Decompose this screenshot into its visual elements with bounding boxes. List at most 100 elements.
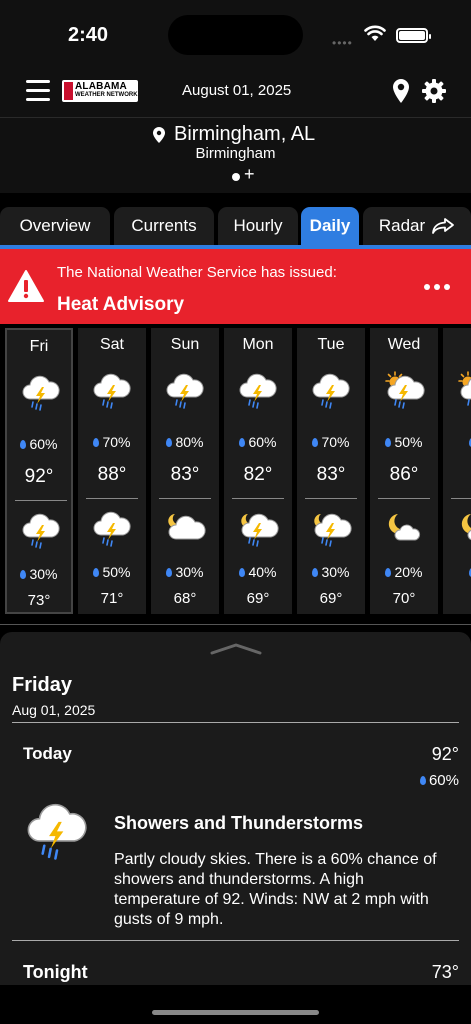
- high-temp: 83°: [170, 464, 200, 485]
- location-pin-icon[interactable]: [391, 78, 411, 104]
- day-column-tue[interactable]: Tue 70% 83° 30% 69°: [297, 328, 365, 614]
- day-name: Sat: [99, 336, 124, 353]
- high-temp: 82°: [243, 464, 273, 485]
- night-thunderstorm-icon: [241, 513, 279, 547]
- night-precip-value: 40%: [248, 564, 277, 580]
- location-city: Birmingham, AL: [174, 123, 316, 145]
- day-column-sat[interactable]: Sat 70% 88° 50% 71°: [78, 328, 146, 614]
- low-temp: 70°: [392, 590, 416, 607]
- menu-icon[interactable]: [26, 80, 50, 102]
- logo-line2: WEATHER NETWORK: [75, 92, 138, 98]
- high-temp: 86°: [389, 464, 419, 485]
- day-name: Sun: [170, 336, 200, 353]
- location-bar[interactable]: Birmingham, AL Birmingham +: [0, 118, 471, 194]
- page-indicator-dot[interactable]: [232, 173, 240, 181]
- raindrop-icon: [20, 570, 27, 579]
- day-name: Mon: [242, 336, 274, 353]
- night-precip: 2: [443, 564, 471, 580]
- day-name: T: [443, 336, 471, 354]
- high-temp: 88°: [97, 464, 127, 485]
- day-column-mon[interactable]: Mon 60% 82° 40% 69°: [224, 328, 292, 614]
- day-name: Tue: [317, 336, 345, 353]
- alert-title: Heat Advisory: [57, 294, 185, 315]
- divider: [159, 498, 211, 499]
- alabama-weather-network-logo: ALABAMA WEATHER NETWORK: [62, 80, 138, 102]
- raindrop-icon: [93, 568, 100, 577]
- more-options-icon[interactable]: [424, 284, 450, 290]
- raindrop-icon: [312, 438, 319, 447]
- high-temp: 92°: [24, 466, 54, 487]
- thunderstorm-icon: [22, 375, 60, 411]
- tonight-label: Tonight: [23, 962, 88, 982]
- sun-thunderstorm-icon: [458, 371, 471, 406]
- day-precip: 50%: [370, 434, 438, 450]
- warning-icon: [8, 270, 44, 302]
- day-precip-value: 70%: [102, 434, 131, 450]
- raindrop-icon: [93, 438, 100, 447]
- wifi-icon: [364, 25, 386, 41]
- night-precip: 30%: [297, 564, 365, 580]
- tonight-low-temp: 73°: [431, 962, 459, 982]
- divider: [12, 722, 459, 723]
- app-header: ALABAMA WEATHER NETWORK August 01, 2025: [0, 70, 471, 118]
- low-temp: 73°: [27, 592, 51, 609]
- night-precip: 50%: [78, 564, 146, 580]
- tab-daily[interactable]: Daily: [301, 207, 359, 245]
- daily-forecast-strip[interactable]: Fri 60% 92° 30% 73° Sat 70% 88° 50% 71° Sun 80% 83° 3…: [0, 324, 471, 616]
- tab-radar[interactable]: Radar: [363, 207, 471, 245]
- raindrop-icon: [385, 568, 392, 577]
- day-precip-value: 70%: [321, 434, 350, 450]
- tab-hourly[interactable]: Hourly: [218, 207, 298, 245]
- raindrop-icon: [239, 438, 246, 447]
- low-temp: 68°: [173, 590, 197, 607]
- sheet-handle-icon[interactable]: [210, 642, 262, 656]
- thunderstorm-icon: [93, 373, 131, 409]
- status-time: 2:40: [68, 24, 109, 46]
- moon-cloud-icon: [388, 514, 421, 541]
- night-thunderstorm-icon: [314, 513, 352, 547]
- day-column-wed[interactable]: Wed 50% 86° 20% 70°: [370, 328, 438, 614]
- night-precip: 30%: [7, 566, 71, 582]
- strip-divider: [0, 624, 471, 625]
- location-pin-icon: [153, 127, 165, 143]
- raindrop-icon: [419, 776, 426, 785]
- tab-currents[interactable]: Currents: [114, 207, 214, 245]
- today-precip: 60%: [419, 772, 459, 789]
- moon-cloud-icon: [461, 514, 471, 541]
- divider: [86, 498, 138, 499]
- night-precip-value: 20%: [394, 564, 423, 580]
- day-column-t[interactable]: T 4 8 2 7: [443, 328, 471, 614]
- today-precip-value: 60%: [428, 772, 459, 789]
- day-column-sun[interactable]: Sun 80% 83° 30% 68°: [151, 328, 219, 614]
- divider: [378, 498, 430, 499]
- tab-radar-label: Radar: [378, 216, 426, 235]
- day-column-fri[interactable]: Fri 60% 92° 30% 73°: [5, 328, 73, 614]
- high-temp: 8: [443, 464, 471, 486]
- day-precip: 60%: [7, 436, 71, 452]
- low-temp: 69°: [319, 590, 343, 607]
- share-arrow-icon: [432, 218, 455, 234]
- low-temp: 71°: [100, 590, 124, 607]
- sun-thunderstorm-icon: [385, 371, 425, 409]
- detail-date: Aug 01, 2025: [12, 702, 96, 718]
- raindrop-icon: [166, 568, 173, 577]
- night-precip: 20%: [370, 564, 438, 580]
- raindrop-icon: [20, 440, 27, 449]
- tab-bar: Overview Currents Hourly Daily Radar: [0, 205, 471, 245]
- low-temp: 69°: [246, 590, 270, 607]
- add-location-button[interactable]: +: [244, 164, 255, 185]
- tab-overview[interactable]: Overview: [0, 207, 110, 245]
- weather-alert-banner[interactable]: The National Weather Service has issued:…: [0, 249, 471, 324]
- home-indicator[interactable]: [152, 1010, 319, 1015]
- day-name: Wed: [387, 336, 421, 353]
- forecast-detail-sheet[interactable]: Friday Aug 01, 2025 Today 92° 60% Shower…: [0, 632, 471, 985]
- divider: [305, 498, 357, 499]
- raindrop-icon: [166, 438, 173, 447]
- today-high-temp: 92°: [431, 744, 459, 764]
- divider: [451, 498, 471, 499]
- night-precip: 40%: [224, 564, 292, 580]
- raindrop-icon: [312, 568, 319, 577]
- gear-icon[interactable]: [421, 78, 447, 104]
- raindrop-icon: [239, 568, 246, 577]
- night-precip-value: 50%: [102, 564, 131, 580]
